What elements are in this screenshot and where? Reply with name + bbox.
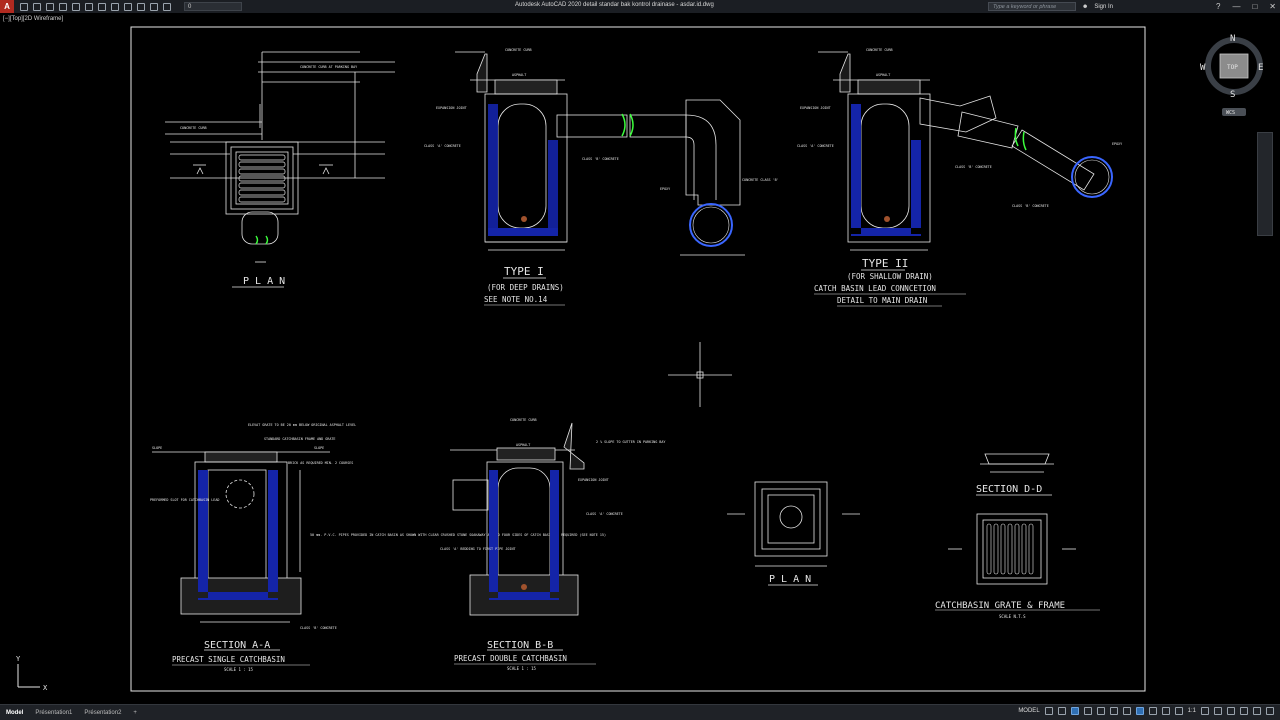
typeII-title: TYPE II: [862, 257, 908, 270]
status-bar: Model Présentation1 Présentation2 + MODE…: [0, 704, 1280, 720]
gear-icon[interactable]: [1201, 707, 1209, 715]
sectionAA-note-slope-l: SLOPE: [152, 446, 162, 450]
snap-icon[interactable]: [1057, 707, 1066, 715]
typeI-sub2: SEE NOTE NO.14: [484, 295, 548, 304]
customization-icon[interactable]: [1266, 707, 1274, 715]
sectionAA-note-class-b: CLASS 'B' CONCRETE: [300, 626, 337, 630]
typeI-note-curb: CONCRETE CURB: [505, 48, 532, 52]
sectionBB-note-curb: CONCRETE CURB: [510, 418, 537, 422]
plus-icon[interactable]: [1214, 707, 1222, 715]
typeII-sub3: DETAIL TO MAIN DRAIN: [837, 296, 927, 305]
add-layout-button[interactable]: +: [127, 707, 143, 719]
clean-screen-icon[interactable]: [1253, 707, 1261, 715]
hardware-acceleration-icon[interactable]: [1240, 707, 1248, 715]
isolate-icon[interactable]: [1227, 707, 1235, 715]
sectionAA-title: SECTION A-A: [204, 640, 270, 651]
sectionAA-note-preformed: PREFORMED SLOT FOR CATCHBASIN LEAD: [150, 498, 219, 502]
ortho-icon[interactable]: [1070, 707, 1079, 715]
typeII-note-epoxy: EPOXY: [1112, 142, 1122, 146]
navigation-bar[interactable]: [1257, 132, 1273, 236]
annotation-visibility-icon[interactable]: [1161, 707, 1170, 715]
annotation-scale[interactable]: 1:1: [1188, 708, 1196, 714]
plan-title-top: P L A N: [243, 276, 285, 287]
sectionDD-drawing: [980, 453, 1054, 473]
transparency-icon[interactable]: [1135, 707, 1144, 715]
note-curb-parking: CONCRETE CURB AT PARKING BAY: [300, 65, 357, 69]
otrack-icon[interactable]: [1109, 707, 1118, 715]
sectionBB-sub: PRECAST DOUBLE CATCHBASIN: [454, 654, 567, 663]
sectionBB-title: SECTION B-B: [487, 640, 553, 651]
typeI-fill-bottom: [488, 228, 558, 236]
model-space-toggle[interactable]: MODEL: [1018, 708, 1039, 714]
typeI-note-class-b: CLASS 'B' CONCRETE: [582, 157, 619, 161]
grate-slots: [986, 523, 1034, 575]
typeII-note-asphalt: ASPHALT: [876, 73, 890, 77]
plan-view-top: [165, 51, 395, 263]
typeI-note-class-a: CLASS 'A' CONCRETE: [424, 144, 461, 148]
grate-scale: SCALE N.T.S: [999, 614, 1026, 619]
status-tools: MODEL 1:1: [1018, 707, 1274, 715]
crosshair-cursor: [668, 342, 732, 407]
viewcube-south[interactable]: S: [1230, 90, 1235, 100]
typeI-note-epoxy: EPOXY: [660, 187, 670, 191]
sectionBB-note-class-a: CLASS 'A' CONCRETE: [586, 512, 623, 516]
grid-icon[interactable]: [1044, 707, 1053, 715]
typeII-note-class-b: CLASS 'B' CONCRETE: [955, 165, 992, 169]
typeII-sub2: CATCH BASIN LEAD CONNCETION: [814, 284, 936, 293]
viewcube-north[interactable]: N: [1230, 34, 1235, 44]
sectionAA-sub: PRECAST SINGLE CATCHBASIN: [172, 655, 285, 664]
viewcube-top-label[interactable]: TOP: [1227, 64, 1238, 71]
sectionAA-note-frame: STANDARD CATCHBASIN FRAME AND GRATE: [264, 437, 335, 441]
plan-grate-slots: [238, 154, 286, 203]
note-concrete-curb-plan: CONCRETE CURB: [180, 126, 207, 130]
sectionBB-drawing: [450, 422, 585, 616]
typeII-note-class-a: CLASS 'A' CONCRETE: [797, 144, 834, 148]
sectionBB-note-bedding: CLASS 'A' BEDDING TO FIRST PIPE JOINT: [440, 547, 516, 551]
typeI-main-pipe: [689, 203, 733, 247]
sectionBB-scale: SCALE 1 : 15: [507, 666, 536, 671]
typeI-note-asphalt: ASPHALT: [512, 73, 526, 77]
typeI-note-concrete-b: CONCRETE CLASS 'B': [742, 178, 779, 182]
sectionAA-scale: SCALE 1 : 15: [224, 667, 253, 672]
sectionBB-note-expansion: EXPANSION JOINT: [578, 478, 609, 482]
ucs-x-label: X: [43, 684, 48, 692]
grate-title: CATCHBASIN GRATE & FRAME: [935, 601, 1065, 611]
typeI-pipe-joint: [621, 113, 634, 137]
selection-cycling-icon[interactable]: [1148, 707, 1157, 715]
sectionDD-title: SECTION D-D: [976, 484, 1042, 495]
viewcube[interactable]: TOP N S E W WCS: [1200, 34, 1263, 116]
tab-presentation2[interactable]: Présentation2: [78, 707, 127, 719]
drawing-canvas[interactable]: P L A N CONCRETE CURB CONCRETE CURB AT P…: [0, 0, 1280, 720]
typeI-sub1: (FOR DEEP DRAINS): [487, 283, 564, 292]
autoscale-icon[interactable]: [1174, 707, 1183, 715]
viewcube-east[interactable]: E: [1258, 63, 1263, 73]
tab-model[interactable]: Model: [0, 707, 29, 719]
viewcube-west[interactable]: W: [1200, 63, 1206, 73]
plan-pipe-joint: [255, 235, 269, 245]
typeI-title: TYPE I: [504, 265, 544, 278]
sectionAA-note-elevate: ELEVAT GRATE TO BE 20 mm BELOW ORIGINAL …: [248, 423, 356, 427]
typeII-sub1: (FOR SHALLOW DRAIN): [847, 272, 933, 281]
tab-presentation1[interactable]: Présentation1: [29, 707, 78, 719]
typeI-section: [455, 51, 745, 256]
sectionAA-note-slope-r: SLOPE: [314, 446, 324, 450]
plan-small-drawing: [727, 481, 860, 567]
typeI-note-expansion: EXPANSION JOINT: [436, 106, 467, 110]
ucs-y-label: Y: [16, 655, 21, 663]
sectionBB-note-asphalt: ASPHALT: [516, 443, 530, 447]
plan-small-title: P L A N: [769, 574, 811, 585]
typeII-note-expansion: EXPANSION JOINT: [800, 106, 831, 110]
sectionBB-note-gutter: 2 % SLOPE TO GUTTER IN PARKING BAY: [596, 440, 665, 444]
typeII-note-curb: CONCRETE CURB: [866, 48, 893, 52]
polar-icon[interactable]: [1083, 707, 1092, 715]
typeII-note-class-b2: CLASS 'B' CONCRETE: [1012, 204, 1049, 208]
lineweight-icon[interactable]: [1122, 707, 1131, 715]
viewcube-wcs[interactable]: WCS: [1226, 110, 1235, 116]
sectionAA-note-pvc: 50 mm. P.V.C. PIPES PROVIDED IN CATCH BA…: [310, 533, 606, 537]
ucs-icon: [17, 664, 40, 688]
osnap-icon[interactable]: [1096, 707, 1105, 715]
sectionAA-note-brick: BRICK AS REQUIRED MIN. 2 COURSES: [288, 461, 353, 465]
